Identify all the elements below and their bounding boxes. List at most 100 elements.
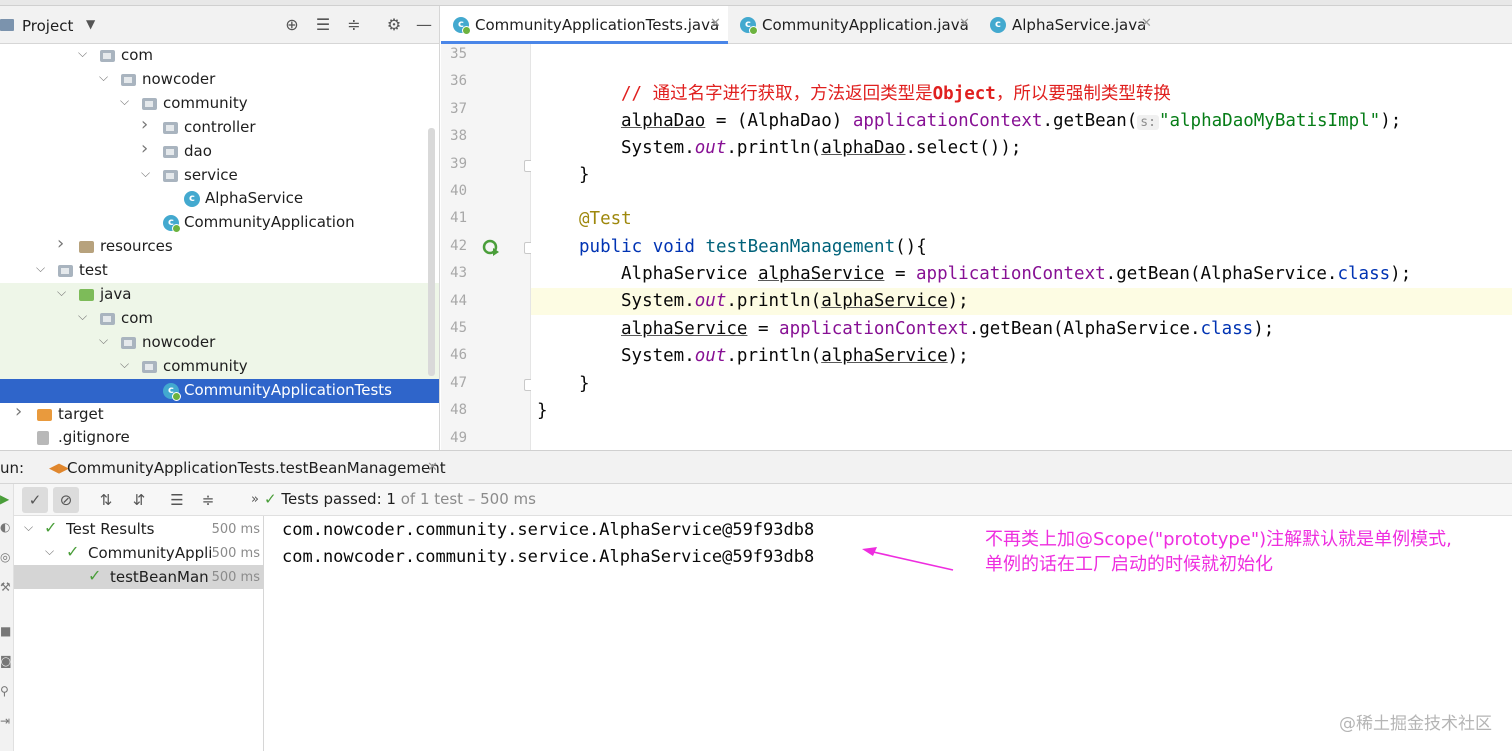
folder-icon (163, 121, 178, 134)
expand-all-icon[interactable]: ☰ (164, 487, 190, 513)
pin-icon[interactable]: ⚲ (0, 684, 10, 698)
tab-community-application-tests[interactable]: c CommunityApplicationTests.java ✕ (441, 6, 728, 44)
tree-item[interactable]: ⌵ com (0, 306, 439, 331)
chevron-down-icon[interactable]: ⌵ (99, 70, 111, 85)
code-line-48: } (531, 398, 1512, 425)
chevron-down-icon[interactable]: ⌵ (57, 285, 69, 300)
code-line-37: alphaDao = (AlphaDao) applicationContext… (531, 108, 1512, 135)
tree-item[interactable]: .gitignore (0, 426, 439, 450)
chevron-down-icon[interactable]: ⌵ (45, 544, 54, 559)
tree-item[interactable]: c CommunityApplicationTests (0, 378, 439, 403)
close-icon[interactable]: ✕ (427, 460, 438, 475)
code-text: (){ (895, 237, 927, 257)
tab-community-application[interactable]: c CommunityApplication.java ✕ (732, 6, 977, 44)
chevron-down-icon[interactable]: ⌵ (36, 261, 48, 276)
run-tab[interactable]: CommunityApplicationTests.testBeanManage… (67, 459, 446, 477)
console-line: com.nowcoder.community.service.AlphaServ… (282, 547, 815, 567)
tree-item[interactable]: › target (0, 401, 439, 427)
tree-item[interactable]: › controller (0, 114, 439, 140)
tree-item[interactable]: ⌵ nowcoder (0, 330, 439, 355)
test-results-root[interactable]: ⌵ ✓ Test Results 500 ms (14, 517, 264, 541)
watermark: @稀土掘金技术社区 (1339, 714, 1492, 734)
chevron-down-icon[interactable]: ⌵ (120, 94, 132, 109)
wrench-icon[interactable]: ⚒ (0, 580, 11, 594)
camera-icon[interactable]: ◙ (0, 654, 12, 668)
chevron-down-icon[interactable]: ⌵ (78, 309, 90, 324)
sort-duration-icon[interactable]: ⇵ (126, 487, 152, 513)
tree-item[interactable]: ⌵ community (0, 354, 439, 379)
run-config-icon: ◀▶ (49, 461, 69, 476)
run-side-toolstrip: ▶ ◐ ◎ ⚒ ■ ◙ ⚲ ⇥ (0, 484, 14, 751)
folder-icon (121, 336, 136, 349)
tree-item[interactable]: ⌵ nowcoder (0, 68, 439, 92)
pass-check-icon: ✓ (88, 566, 102, 585)
tree-item[interactable]: ⌵ test (0, 259, 439, 283)
tab-alpha-service[interactable]: c AlphaService.java ✕ (981, 6, 1156, 44)
tree-item[interactable]: ⌵ java (0, 283, 439, 307)
tree-item[interactable]: ⌵ com (0, 44, 439, 68)
chevron-down-icon[interactable]: ▼ (86, 17, 95, 31)
code-keyword: class (1337, 264, 1391, 284)
test-class-node[interactable]: ⌵ ✓ CommunityApplic 500 ms (14, 541, 264, 565)
chevron-right-icon[interactable]: › (15, 401, 27, 422)
hide-icon[interactable]: — (414, 15, 434, 35)
chevron-down-icon[interactable]: ⌵ (78, 46, 90, 61)
expand-all-icon[interactable]: ☰ (313, 15, 333, 35)
code-line-39: } (531, 162, 1512, 189)
tree-item-label: nowcoder (142, 332, 216, 351)
toggle-autotest-icon[interactable]: ◎ (0, 550, 10, 564)
stop-icon[interactable]: ■ (0, 624, 11, 638)
tree-item-label: nowcoder (142, 69, 216, 88)
folder-icon (121, 73, 136, 86)
chevron-down-icon[interactable]: ⌵ (24, 520, 33, 535)
test-method-node[interactable]: ✓ testBeanManag 500 ms (14, 565, 264, 589)
class-icon: c (184, 191, 200, 208)
locate-icon[interactable]: ⊕ (282, 15, 302, 35)
tree-item[interactable]: › resources (0, 233, 439, 259)
tree-item-label: service (184, 165, 238, 184)
pass-check-icon: ✓ (44, 518, 58, 537)
tree-item[interactable]: ⌵ service (0, 164, 439, 188)
collapse-all-icon[interactable]: ≑ (195, 487, 221, 513)
chevron-down-icon[interactable]: ⌵ (141, 166, 153, 181)
tests-passed-text: Tests passed: 1 (281, 490, 396, 508)
project-header: Project ▼ ⊕ ☰ ≑ ⚙ — (0, 6, 439, 44)
tree-item-label: community (163, 93, 248, 112)
chevron-down-icon[interactable]: ⌵ (120, 357, 132, 372)
collapse-all-icon[interactable]: ≑ (344, 15, 364, 35)
close-icon[interactable]: ✕ (1141, 16, 1152, 31)
tab-label: CommunityApplication.java (762, 16, 969, 34)
test-duration: 500 ms (208, 570, 260, 585)
gear-icon[interactable]: ⚙ (384, 15, 404, 35)
line-number: 47 (450, 374, 467, 391)
close-icon[interactable]: ✕ (710, 16, 721, 31)
code-editor[interactable]: // 通过名字进行获取，方法返回类型是Object，所以要强制类型转换 alph… (531, 44, 1512, 450)
tree-item-label: com (121, 46, 154, 64)
exit-icon[interactable]: ⇥ (0, 714, 10, 728)
rerun-failed-icon[interactable]: ◐ (0, 520, 10, 534)
chevron-right-icon[interactable]: › (57, 233, 69, 254)
tree-item[interactable]: › dao (0, 138, 439, 164)
run-test-icon[interactable] (482, 239, 500, 257)
tree-item-label: .gitignore (58, 428, 130, 447)
chevron-right-icon[interactable]: › (141, 138, 153, 159)
show-ignored-icon[interactable]: ⊘ (53, 487, 79, 513)
tree-item-label: AlphaService (205, 189, 304, 208)
chevron-right-icon[interactable]: › (141, 114, 153, 135)
rerun-icon[interactable]: ▶ (0, 492, 10, 506)
project-scrollbar[interactable] (428, 128, 435, 376)
close-icon[interactable]: ✕ (959, 16, 970, 31)
code-text: ); (1390, 264, 1412, 284)
project-view-selector[interactable]: Project (22, 17, 73, 35)
tree-item[interactable]: ⌵ community (0, 92, 439, 116)
sort-alpha-icon[interactable]: ⇅ (93, 487, 119, 513)
chevron-down-icon[interactable]: ⌵ (99, 333, 111, 348)
tree-item[interactable]: c CommunityApplication (0, 211, 439, 235)
code-var: alphaService (821, 291, 948, 311)
show-passed-icon[interactable]: ✓ (22, 487, 48, 513)
folder-icon (100, 50, 115, 62)
code-text: .getBean( (1042, 111, 1138, 131)
code-text: .getBean(AlphaService. (1105, 264, 1338, 284)
tree-item[interactable]: c AlphaService (0, 187, 439, 211)
code-field: applicationContext (779, 319, 969, 339)
